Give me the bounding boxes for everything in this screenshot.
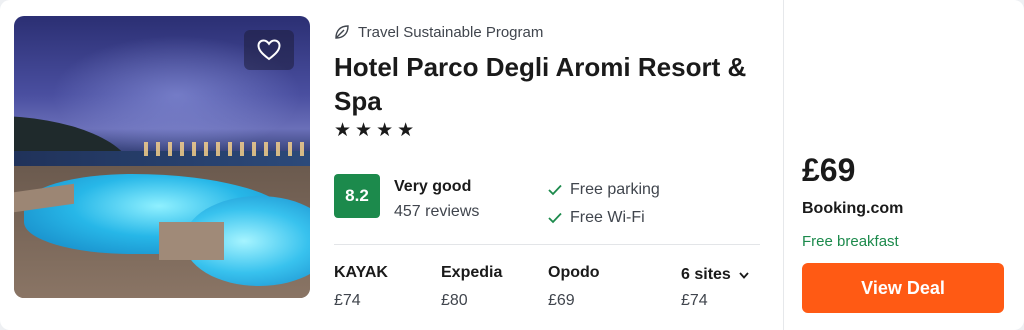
column-divider bbox=[783, 0, 784, 330]
more-sites-price: £74 bbox=[681, 292, 708, 309]
hotel-name[interactable]: Hotel Parco Degli Aromi Resort & Spa bbox=[334, 50, 764, 118]
more-sites-toggle[interactable]: 6 sites bbox=[681, 264, 749, 286]
amenity-label: Free Wi-Fi bbox=[570, 209, 645, 226]
hotel-result-card: Travel Sustainable Program Hotel Parco D… bbox=[0, 0, 1024, 330]
provider-price: £69 bbox=[548, 292, 575, 309]
provider-price: £74 bbox=[334, 292, 361, 309]
amenity-free-wifi: Free Wi-Fi bbox=[548, 209, 645, 227]
check-icon bbox=[548, 184, 562, 196]
heart-icon bbox=[257, 39, 281, 61]
provider-name: Opodo bbox=[548, 264, 600, 281]
rating-label: Very good bbox=[394, 178, 472, 195]
review-count[interactable]: 457 reviews bbox=[394, 203, 479, 221]
star-rating: ★★★★ bbox=[334, 120, 419, 141]
deal-site: Booking.com bbox=[802, 200, 904, 217]
review-score-badge: 8.2 bbox=[334, 174, 380, 218]
provider-expedia[interactable]: Expedia £80 bbox=[441, 264, 502, 310]
check-icon bbox=[548, 212, 562, 224]
photo-lights bbox=[144, 142, 304, 156]
program-label: Travel Sustainable Program bbox=[358, 23, 544, 41]
provider-kayak[interactable]: KAYAK £74 bbox=[334, 264, 388, 310]
provider-name: Expedia bbox=[441, 264, 503, 281]
deal-perk: Free breakfast bbox=[802, 233, 899, 250]
chevron-down-icon bbox=[739, 271, 749, 279]
favorite-button[interactable] bbox=[244, 30, 294, 70]
best-price: £69 bbox=[802, 152, 856, 188]
view-deal-button[interactable]: View Deal bbox=[802, 263, 1004, 313]
amenity-label: Free parking bbox=[570, 181, 660, 198]
divider bbox=[334, 244, 760, 245]
sustainability-program: Travel Sustainable Program bbox=[334, 22, 543, 42]
more-sites[interactable]: 6 sites £74 bbox=[681, 264, 749, 310]
photo-ledge-center bbox=[159, 222, 224, 260]
provider-name: KAYAK bbox=[334, 264, 388, 281]
more-sites-label: 6 sites bbox=[681, 266, 731, 283]
provider-opodo[interactable]: Opodo £69 bbox=[548, 264, 600, 310]
leaf-icon bbox=[335, 25, 349, 39]
amenity-free-parking: Free parking bbox=[548, 181, 660, 199]
provider-price: £80 bbox=[441, 292, 468, 309]
